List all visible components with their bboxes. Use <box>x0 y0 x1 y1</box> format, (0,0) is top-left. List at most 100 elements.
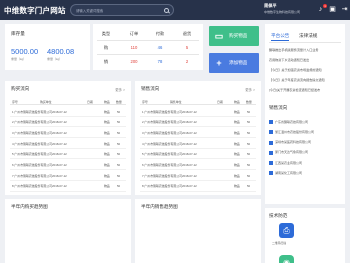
purchase-trend-panel: 半年内购买趋势图 <box>5 199 131 263</box>
list-item[interactable]: 深圳市某医药科技有限公司 <box>269 140 343 150</box>
user-org: 中维数字生物科技有限公司 <box>264 10 301 14</box>
list-item[interactable]: 浙江温州市农技股份有限公司 <box>269 129 343 139</box>
summary-header-type: 类型 <box>101 31 111 36</box>
row-item: 物品 <box>104 184 110 189</box>
table-row[interactable]: 5 广州市醒联农技股份有限公司2018-07-12 物品 50 <box>140 149 256 160</box>
row-item: 物品 <box>104 109 110 114</box>
row-index-unit: 7 广州市醒联农技股份有限公司2018-07-12 <box>12 173 67 178</box>
top-bar: 中维数字门户网站 周佩平 中维数字生物科技有限公司 ♪1 ▣ ⇥ <box>0 0 350 20</box>
location-button[interactable]: ◉ <box>279 255 294 263</box>
sales-trend-title: 半年内销售趋势图 <box>141 204 178 209</box>
monitor-icon[interactable]: ▣ <box>328 5 337 14</box>
row-index-unit: 8 广州市醒联农技股份有限公司2018-07-12 <box>12 184 67 189</box>
search-icon[interactable] <box>164 7 169 13</box>
row-index-unit: 3 广州市醒联农技股份有限公司2018-07-12 <box>142 130 197 135</box>
row-qty: 50 <box>247 109 251 114</box>
sales-flow-more-link[interactable]: 更多 > <box>245 87 255 92</box>
square-bullet-icon <box>269 120 273 124</box>
user-name: 周佩平 <box>264 3 277 8</box>
row-qty: 50 <box>247 141 251 146</box>
table-row[interactable]: 6 广州市醒联农技股份有限公司2018-07-12 物品 50 <box>10 159 126 171</box>
summary-row-return: 2 <box>185 59 189 64</box>
inventory-amount-value: 5000.00 <box>11 47 39 56</box>
sales-flow-title: 销售流向 <box>141 86 160 91</box>
list-item[interactable]: 广东省醒联农技有限公司 <box>269 119 343 129</box>
table-row[interactable]: 3 广州市醒联农技股份有限公司2018-07-12 物品 50 <box>10 127 126 139</box>
row-qty: 50 <box>247 152 251 157</box>
table-row[interactable]: 4 广州市醒联农技股份有限公司2018-07-12 物品 50 <box>10 138 126 149</box>
table-row[interactable]: 8 广州市醒联农技股份有限公司2018-07-12 物品 50 <box>10 181 126 192</box>
row-qty: 50 <box>247 184 251 189</box>
tab-divider <box>269 42 341 43</box>
tab-laws[interactable]: 法律法规 <box>299 33 317 39</box>
notice-tabs: 平台公告 法律法规 <box>269 33 341 41</box>
table-row[interactable]: 5 广州市醒联农技股份有限公司2018-07-12 物品 50 <box>10 149 126 160</box>
list-item-label: 广东省醒联农技有限公司 <box>275 119 309 124</box>
purchase-trend-title: 半年内购买趋势图 <box>11 204 48 209</box>
location-pin-icon: ◉ <box>283 258 290 263</box>
search-input[interactable] <box>76 7 164 14</box>
table-row[interactable]: 3 广州市醒联农技股份有限公司2018-07-12 物品 50 <box>140 127 256 139</box>
row-qty: 50 <box>247 120 251 125</box>
qr-scan-label: 二维码扫描 <box>272 241 286 245</box>
buy-item-button[interactable]: ▭ 购买物品 <box>209 26 259 46</box>
notice-item[interactable]: 【今日】关于加强农资市场监督的通知 <box>269 67 343 77</box>
search-box[interactable] <box>70 4 174 16</box>
purchase-flow-title: 购买流向 <box>11 86 30 91</box>
row-qty: 50 <box>117 120 121 125</box>
cart-icon: ▭ <box>214 31 224 41</box>
list-item[interactable]: 厦门市天达气象有限公司 <box>269 150 343 160</box>
purchase-flow-more-link[interactable]: 更多 > <box>115 87 125 92</box>
tab-platform-notice[interactable]: 平台公告 <box>271 33 290 41</box>
logout-icon[interactable]: ⇥ <box>340 5 349 14</box>
summary-row-order: 110 <box>130 45 138 50</box>
table-row[interactable]: 7 广州市醒联农技股份有限公司2018-07-12 物品 50 <box>140 170 256 181</box>
list-item[interactable]: 江西某农业有限公司 <box>269 160 343 170</box>
notice-item[interactable]: [今日]关于开展农资检查通知已经发布 <box>269 87 343 97</box>
bell-icon[interactable]: ♪ 1 <box>316 4 327 14</box>
notice-item[interactable]: 醒联推出手机版服务流量计入口业务 <box>269 47 343 57</box>
summary-header-return: 退货 <box>182 31 192 36</box>
table-row[interactable]: 1 广州市醒联农技股份有限公司2018-07-12 物品 50 <box>140 106 256 117</box>
square-bullet-icon <box>269 140 273 145</box>
row-index-unit: 5 广州市醒联农技股份有限公司2018-07-12 <box>142 152 197 157</box>
list-item-label: 江西某农业有限公司 <box>275 160 303 165</box>
summary-row-pay: 46 <box>157 45 163 50</box>
row-item: 物品 <box>104 162 110 167</box>
site-logo-title[interactable]: 中维数字门户网站 <box>4 5 66 16</box>
purchase-flow-panel: 购买流向 更多 > 序号 购买单位 日期 物品 数量 1 广州市醒联农技股份有限… <box>5 81 131 195</box>
list-item[interactable]: 湖南某化工有限公司 <box>269 170 343 180</box>
row-item: 物品 <box>234 130 240 135</box>
column-header: 物品 <box>234 99 240 104</box>
row-item: 物品 <box>234 152 240 157</box>
row-item: 物品 <box>104 141 110 146</box>
add-item-button[interactable]: + 添加物品 <box>209 53 259 73</box>
table-row[interactable]: 2 广州市醒联农技股份有限公司2018-07-12 物品 50 <box>140 117 256 128</box>
table-row[interactable]: 8 广州市醒联农技股份有限公司2018-07-12 物品 50 <box>140 181 256 192</box>
table-row[interactable]: 4 广州市醒联农技股份有限公司2018-07-12 物品 50 <box>140 138 256 149</box>
order-summary-panel: 类型 订单 付款 退货 购 110 46 5 销 200 78 2 <box>93 24 203 70</box>
summary-row-pay: 78 <box>157 59 163 64</box>
sales-flow-rows: 1 广州市醒联农技股份有限公司2018-07-12 物品 50 2 广州市醒联农… <box>140 106 256 192</box>
table-row[interactable]: 2 广州市醒联农技股份有限公司2018-07-12 物品 50 <box>10 117 126 128</box>
row-qty: 50 <box>117 173 121 178</box>
column-header: 日期 <box>87 99 93 104</box>
column-header: 购买单位 <box>40 99 52 104</box>
notice-item[interactable]: 【今日】关于年度农资流向报告提交通知 <box>269 77 343 87</box>
row-qty: 50 <box>247 130 251 135</box>
table-row[interactable]: 6 广州市醒联农技股份有限公司2018-07-12 物品 50 <box>140 159 256 171</box>
summary-row-type: 销 <box>103 59 109 64</box>
notice-item[interactable]: 农用物资下乡活动通知已发出 <box>269 57 343 67</box>
notice-list: 醒联推出手机版服务流量计入口业务 农用物资下乡活动通知已发出 【今日】关于加强农… <box>269 47 343 97</box>
square-bullet-icon <box>269 161 273 166</box>
row-qty: 50 <box>247 162 251 167</box>
row-qty: 50 <box>247 173 251 178</box>
table-row[interactable]: 7 广州市醒联农技股份有限公司2018-07-12 物品 50 <box>10 170 126 181</box>
qr-scan-button[interactable]: ⎙ <box>279 223 294 238</box>
row-index-unit: 6 广州市醒联农技股份有限公司2018-07-12 <box>142 162 197 167</box>
user-info[interactable]: 周佩平 中维数字生物科技有限公司 <box>264 3 300 14</box>
row-qty: 50 <box>117 141 121 146</box>
table-row[interactable]: 1 广州市醒联农技股份有限公司2018-07-12 物品 50 <box>10 106 126 117</box>
list-item-label: 厦门市天达气象有限公司 <box>275 150 309 155</box>
summary-divider <box>97 40 199 41</box>
